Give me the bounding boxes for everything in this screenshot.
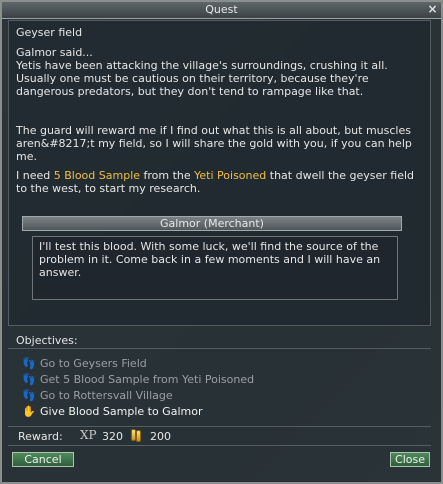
merchant-title: Galmor (Merchant) <box>160 217 264 230</box>
hand-icon: ✋ <box>22 405 36 418</box>
quest-paragraph-1: Yetis have been attacking the village's … <box>16 59 388 98</box>
reward-label: Reward: <box>18 430 63 443</box>
request-middle: from the <box>140 169 195 182</box>
gold-coins-icon <box>130 428 144 442</box>
xp-value: 320 <box>102 430 123 443</box>
request-item: 5 Blood Sample <box>53 169 141 182</box>
objective-text: Get 5 Blood Sample from Yeti Poisoned <box>40 373 255 386</box>
request-before: I need <box>16 169 54 182</box>
footsteps-icon: 👣 <box>22 389 36 402</box>
merchant-titlebar: Galmor (Merchant) <box>22 216 402 231</box>
quest-paragraph-2: The guard will reward me if I find out w… <box>16 124 412 163</box>
quest-name: Geyser field <box>16 26 83 39</box>
footsteps-icon: 👣 <box>22 357 36 370</box>
gold-value: 200 <box>150 430 171 443</box>
close-button[interactable]: Close <box>390 452 430 467</box>
merchant-text: I'll test this blood. With some luck, we… <box>39 240 381 279</box>
cancel-button[interactable]: Cancel <box>12 452 74 467</box>
objective-text: Go to Rottersvall Village <box>40 389 173 402</box>
objectives-panel: 👣 Go to Geysers Field 👣 Get 5 Blood Samp… <box>8 348 431 422</box>
window-titlebar[interactable]: Quest × <box>2 2 441 19</box>
objective-text: Give Blood Sample to Galmor <box>40 405 203 418</box>
request-creature: Yeti Poisoned <box>194 169 267 182</box>
objective-text: Go to Geysers Field <box>40 357 147 370</box>
title-close-icon[interactable]: × <box>426 3 439 16</box>
merchant-body: I'll test this blood. With some luck, we… <box>32 236 398 300</box>
reward-panel <box>8 426 431 446</box>
window-title: Quest <box>205 3 238 16</box>
quest-request: I need 5 Blood Sample from the Yeti Pois… <box>16 169 416 195</box>
xp-icon: XP <box>80 428 97 442</box>
merchant-dialog: Galmor (Merchant) I'll test this blood. … <box>22 216 402 302</box>
footsteps-icon: 👣 <box>22 373 36 386</box>
speaker-line: Galmor said... <box>16 46 93 59</box>
objectives-label: Objectives: <box>16 334 78 347</box>
